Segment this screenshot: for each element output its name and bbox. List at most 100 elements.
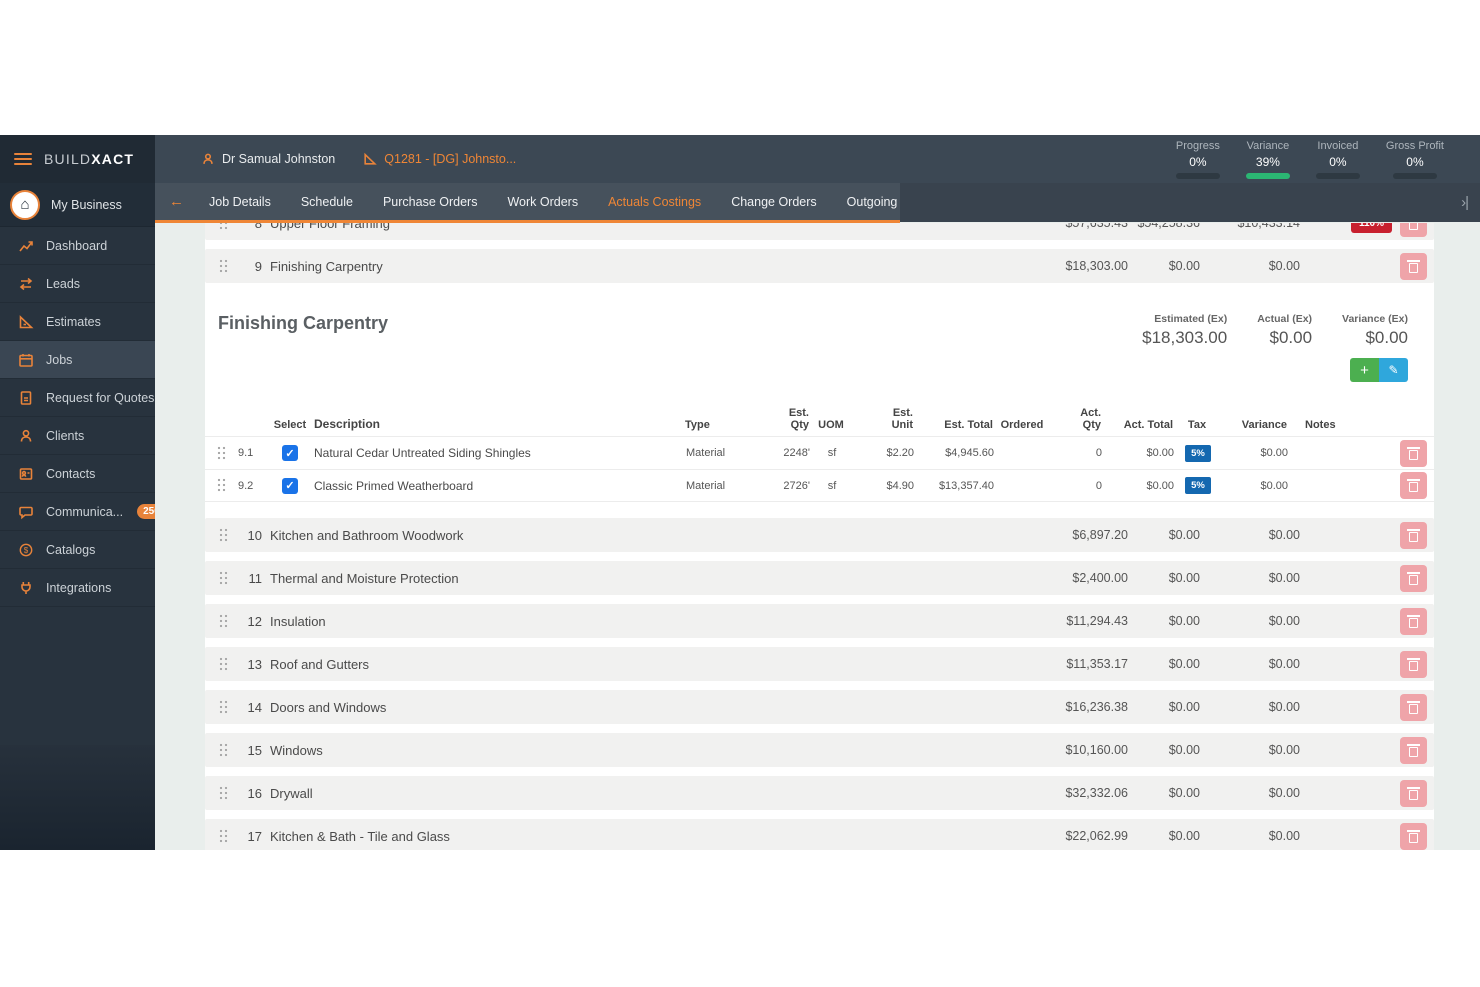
dashboard-icon bbox=[18, 238, 34, 254]
item-variance: $0.00 bbox=[1222, 447, 1292, 459]
delete-row-button[interactable] bbox=[1400, 823, 1427, 850]
tab-change-orders[interactable]: Change Orders bbox=[716, 195, 831, 209]
app-window: BUILDXACT ⌂ My Business Dashboard Leads … bbox=[0, 135, 1480, 850]
item-type: Material bbox=[686, 447, 750, 459]
sidebar-item-request-for-quotes[interactable]: Request for Quotes bbox=[0, 379, 155, 417]
sidebar-item-communications[interactable]: Communica... 256 bbox=[0, 493, 155, 531]
row-actual: $0.00 bbox=[1128, 259, 1200, 273]
detail-row-9-2[interactable]: 9.2 ✓ Classic Primed Weatherboard Materi… bbox=[205, 469, 1434, 502]
tab-schedule[interactable]: Schedule bbox=[286, 195, 368, 209]
item-act-qty: 0 bbox=[1052, 480, 1102, 492]
sidebar-item-integrations[interactable]: Integrations bbox=[0, 569, 155, 607]
cost-row-17[interactable]: 17 Kitchen & Bath - Tile and Glass $22,0… bbox=[205, 819, 1434, 850]
drag-handle-icon[interactable] bbox=[219, 743, 229, 758]
cost-row-8[interactable]: 8 Upper Floor Framing $57,635.43 $54,258… bbox=[205, 223, 1434, 240]
trash-icon bbox=[1409, 575, 1418, 585]
item-act-qty: 0 bbox=[1052, 447, 1102, 459]
cost-row-12[interactable]: 12 Insulation $11,294.43 $0.00 $0.00 bbox=[205, 604, 1434, 638]
trash-icon bbox=[1409, 747, 1418, 757]
metric-value: 39% bbox=[1246, 155, 1290, 169]
drag-handle-icon[interactable] bbox=[219, 259, 229, 274]
drag-handle-icon[interactable] bbox=[219, 528, 229, 543]
delete-row-button[interactable] bbox=[1400, 651, 1427, 678]
cost-row-13[interactable]: 13 Roof and Gutters $11,353.17 $0.00 $0.… bbox=[205, 647, 1434, 681]
set-square-icon bbox=[363, 152, 377, 166]
sidebar-item-catalogs[interactable]: $ Catalogs bbox=[0, 531, 155, 569]
delete-row-button[interactable] bbox=[1400, 608, 1427, 635]
sidebar-item-jobs[interactable]: Jobs bbox=[0, 341, 155, 379]
drag-handle-icon[interactable] bbox=[219, 657, 229, 672]
sidebar-item-leads[interactable]: Leads bbox=[0, 265, 155, 303]
row-variance: $0.00 bbox=[1200, 614, 1300, 628]
edit-section-button[interactable]: ✎ bbox=[1379, 358, 1408, 382]
delete-row-button[interactable] bbox=[1400, 694, 1427, 721]
sidebar-item-my-business[interactable]: ⌂ My Business bbox=[0, 183, 155, 227]
row-label: Drywall bbox=[270, 786, 1018, 801]
row-number: 13 bbox=[240, 657, 262, 672]
drag-handle-icon[interactable] bbox=[219, 614, 229, 629]
client-chip[interactable]: Dr Samual Johnston bbox=[201, 152, 335, 166]
col-tax: Tax bbox=[1173, 419, 1221, 431]
sidebar-item-label: Catalogs bbox=[46, 543, 95, 557]
drag-handle-icon[interactable] bbox=[219, 700, 229, 715]
drag-handle-icon[interactable] bbox=[217, 446, 227, 461]
delete-item-button[interactable] bbox=[1400, 440, 1427, 467]
chat-bubble-icon bbox=[18, 504, 34, 520]
sidebar-item-label: Integrations bbox=[46, 581, 111, 595]
sidebar-item-dashboard[interactable]: Dashboard bbox=[0, 227, 155, 265]
metric-bar bbox=[1246, 173, 1290, 179]
delete-row-button[interactable] bbox=[1400, 737, 1427, 764]
leads-icon bbox=[18, 276, 34, 292]
metric-bar bbox=[1393, 173, 1437, 179]
tab-actuals-costings[interactable]: Actuals Costings bbox=[593, 195, 716, 209]
drag-handle-icon[interactable] bbox=[219, 829, 229, 844]
row-variance: $0.00 bbox=[1200, 829, 1300, 843]
select-checkbox[interactable]: ✓ bbox=[282, 445, 298, 461]
drag-handle-icon[interactable] bbox=[219, 571, 229, 586]
drag-handle-icon[interactable] bbox=[219, 786, 229, 801]
delete-row-button[interactable] bbox=[1400, 253, 1427, 280]
tab-job-details[interactable]: Job Details bbox=[194, 195, 286, 209]
tab-work-orders[interactable]: Work Orders bbox=[492, 195, 593, 209]
row-label: Windows bbox=[270, 743, 1018, 758]
row-estimated: $6,897.20 bbox=[1018, 528, 1128, 542]
cost-row-10[interactable]: 10 Kitchen and Bathroom Woodwork $6,897.… bbox=[205, 518, 1434, 552]
item-est-qty: 2726' bbox=[750, 480, 810, 492]
job-chip[interactable]: Q1281 - [DG] Johnsto... bbox=[363, 152, 516, 166]
delete-row-button[interactable] bbox=[1400, 565, 1427, 592]
drag-handle-icon[interactable] bbox=[217, 478, 227, 493]
hamburger-menu-icon[interactable] bbox=[14, 153, 32, 165]
trash-icon bbox=[1409, 532, 1418, 542]
cost-row-11[interactable]: 11 Thermal and Moisture Protection $2,40… bbox=[205, 561, 1434, 595]
cost-row-16[interactable]: 16 Drywall $32,332.06 $0.00 $0.00 bbox=[205, 776, 1434, 810]
cost-row-15[interactable]: 15 Windows $10,160.00 $0.00 $0.00 bbox=[205, 733, 1434, 767]
detail-row-9-1[interactable]: 9.1 ✓ Natural Cedar Untreated Siding Shi… bbox=[205, 436, 1434, 469]
job-metrics: Progress 0% Variance 39% Invoiced 0% Gro… bbox=[1176, 140, 1480, 179]
delete-item-button[interactable] bbox=[1400, 472, 1427, 499]
delete-row-button[interactable] bbox=[1400, 522, 1427, 549]
row-estimated: $32,332.06 bbox=[1018, 786, 1128, 800]
select-checkbox[interactable]: ✓ bbox=[282, 478, 298, 494]
row-variance: $0.00 bbox=[1200, 571, 1300, 585]
tab-purchase-orders[interactable]: Purchase Orders bbox=[368, 195, 492, 209]
scroll-tabs-right-icon[interactable]: ›| bbox=[1461, 194, 1480, 211]
col-act-qty: Act. Qty bbox=[1051, 407, 1101, 431]
row-label: Doors and Windows bbox=[270, 700, 1018, 715]
cost-row-14[interactable]: 14 Doors and Windows $16,236.38 $0.00 $0… bbox=[205, 690, 1434, 724]
delete-row-button[interactable] bbox=[1400, 780, 1427, 807]
delete-row-button[interactable] bbox=[1400, 223, 1427, 237]
row-number: 14 bbox=[240, 700, 262, 715]
quote-document-icon bbox=[18, 390, 34, 406]
sidebar-item-label: Communica... bbox=[46, 505, 123, 519]
sidebar-item-clients[interactable]: Clients bbox=[0, 417, 155, 455]
row-label: Insulation bbox=[270, 614, 1018, 629]
cost-row-9[interactable]: 9 Finishing Carpentry $18,303.00 $0.00 $… bbox=[205, 249, 1434, 283]
row-number: 10 bbox=[240, 528, 262, 543]
home-logo-icon: ⌂ bbox=[10, 190, 40, 220]
drag-handle-icon[interactable] bbox=[219, 223, 229, 231]
sidebar-item-estimates[interactable]: Estimates bbox=[0, 303, 155, 341]
row-variance: $10,433.14 bbox=[1200, 223, 1300, 230]
add-item-button[interactable]: + bbox=[1350, 358, 1379, 382]
collapse-back-arrow-icon[interactable]: ← bbox=[169, 193, 184, 210]
sidebar-item-contacts[interactable]: Contacts bbox=[0, 455, 155, 493]
